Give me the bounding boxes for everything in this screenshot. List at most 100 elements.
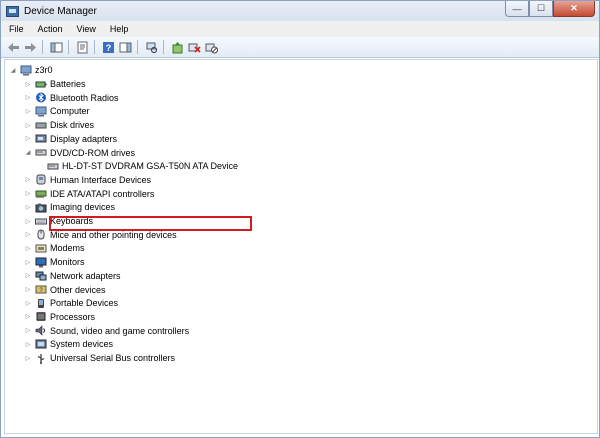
tree-item-label: Universal Serial Bus controllers [50, 353, 176, 363]
expand-icon[interactable]: ▷ [24, 327, 32, 334]
tree-category-item[interactable]: ▷ Display adapters [24, 133, 117, 145]
tree-category-item[interactable]: ▷ Portable Devices [24, 297, 118, 309]
tree-item-label: Display adapters [50, 133, 118, 144]
tree-category-item[interactable]: ▷ Bluetooth Radios [24, 92, 119, 104]
computer-icon [20, 65, 32, 76]
device-manager-icon [6, 5, 19, 17]
svg-text:?: ? [105, 43, 111, 53]
expand-icon[interactable]: ▷ [24, 122, 32, 129]
tree-item-label: HL-DT-ST DVDRAM GSA-T50N ATA Device [62, 161, 239, 172]
expand-icon[interactable]: ▷ [24, 176, 32, 183]
scan-hardware-icon[interactable] [144, 40, 158, 54]
expand-icon[interactable]: ▷ [24, 355, 32, 362]
tree-category-item[interactable]: ▷ Disk drives [24, 119, 94, 131]
collapse-icon[interactable]: ◢ [24, 149, 32, 156]
monitor-icon [35, 257, 47, 268]
hid-icon [35, 174, 47, 185]
expand-icon[interactable]: ▷ [24, 313, 32, 320]
tree-category-item[interactable]: ▷ Batteries [24, 78, 86, 90]
expand-icon[interactable]: ▷ [24, 108, 32, 115]
window-title: Device Manager [24, 5, 97, 17]
menu-file[interactable]: File [1, 24, 30, 34]
expand-icon[interactable]: ▷ [24, 218, 32, 225]
close-button[interactable]: ✕ [553, 1, 595, 17]
tree-item-label: Network adapters [50, 270, 121, 281]
computer-icon [35, 106, 47, 117]
menu-view[interactable]: View [69, 24, 102, 34]
tree-category-item[interactable]: ▷? Other devices [24, 284, 106, 296]
tree-device-item[interactable]: HL-DT-ST DVDRAM GSA-T50N ATA Device [47, 160, 238, 172]
other-devices-icon: ? [35, 284, 47, 295]
tree-item-label: Other devices [50, 284, 106, 295]
device-tree[interactable]: ◢ z3r0 ▷ Batteries ▷ Bluetooth Radios ▷ Compu… [4, 59, 598, 434]
tree-item-label: Sound, video and game controllers [50, 325, 190, 336]
tree-category-item[interactable]: ▷ Sound, video and game controllers [24, 325, 189, 337]
system-devices-icon [35, 339, 47, 350]
device-manager-window: Device Manager — ☐ ✕ File Action View He… [0, 0, 600, 438]
expand-icon[interactable]: ▷ [24, 231, 32, 238]
tree-category-item[interactable]: ▷ Network adapters [24, 270, 121, 282]
expand-icon[interactable]: ▷ [24, 204, 32, 211]
window-controls: — ☐ ✕ [505, 1, 595, 17]
tree-category-item[interactable]: ▷ IDE ATA/ATAPI controllers [24, 188, 155, 200]
disable-icon[interactable] [204, 40, 218, 54]
action-pane-icon[interactable] [118, 40, 132, 54]
menu-bar: File Action View Help [1, 21, 599, 37]
tree-item-label: Disk drives [50, 120, 95, 131]
tree-category-item[interactable]: ▷ Imaging devices [24, 201, 115, 213]
properties-icon[interactable] [75, 40, 89, 54]
tree-category-item[interactable]: ▷ Human Interface Devices [24, 174, 151, 186]
expand-icon[interactable]: ▷ [24, 300, 32, 307]
tree-category-item[interactable]: ▷ Monitors [24, 256, 85, 268]
processor-icon [35, 311, 47, 322]
portable-device-icon [35, 298, 47, 309]
show-hide-console-tree-icon[interactable] [49, 40, 63, 54]
tree-item-label: Mice and other pointing devices [50, 229, 177, 240]
tree-item-label: Bluetooth Radios [50, 92, 119, 103]
title-bar: Device Manager — ☐ ✕ [1, 1, 599, 21]
tree-root[interactable]: ◢ z3r0 [9, 64, 53, 76]
maximize-button[interactable]: ☐ [529, 1, 553, 17]
expand-icon[interactable]: ▷ [24, 190, 32, 197]
collapse-icon[interactable]: ◢ [9, 67, 17, 74]
menu-help[interactable]: Help [102, 24, 135, 34]
expand-icon[interactable]: ▷ [24, 94, 32, 101]
toolbar: ? [1, 37, 599, 58]
display-adapter-icon [35, 133, 47, 144]
expand-icon[interactable]: ▷ [24, 272, 32, 279]
expand-icon[interactable]: ▷ [24, 286, 32, 293]
camera-icon [35, 202, 47, 213]
expand-icon[interactable]: ▷ [24, 341, 32, 348]
update-driver-icon[interactable] [170, 40, 184, 54]
minimize-button[interactable]: — [505, 1, 529, 17]
tree-item-label: Human Interface Devices [50, 174, 152, 185]
sound-icon [35, 325, 47, 336]
highlight-box [49, 216, 252, 231]
tree-category-item[interactable]: ▷ System devices [24, 338, 113, 350]
tree-item-label: Modems [50, 243, 85, 254]
expand-icon[interactable]: ▷ [24, 245, 32, 252]
expand-icon[interactable]: ▷ [24, 135, 32, 142]
tree-category-item[interactable]: ▷ Universal Serial Bus controllers [24, 352, 175, 364]
tree-item-label: Portable Devices [50, 298, 119, 309]
uninstall-icon[interactable] [187, 40, 201, 54]
disk-drive-icon [35, 120, 47, 131]
tree-item-label: DVD/CD-ROM drives [50, 147, 136, 158]
forward-icon[interactable] [23, 40, 37, 54]
network-adapter-icon [35, 270, 47, 281]
expand-icon[interactable]: ▷ [24, 81, 32, 88]
tree-category-item[interactable]: ▷ Processors [24, 311, 95, 323]
ide-controller-icon [35, 188, 47, 199]
tree-item-label: Batteries [50, 79, 86, 89]
expand-icon[interactable]: ▷ [24, 259, 32, 266]
tree-category-item[interactable]: ▷ Modems [24, 242, 85, 254]
mouse-icon [35, 229, 47, 240]
tree-category-item[interactable]: ◢ DVD/CD-ROM drives [24, 147, 135, 159]
keyboard-icon [35, 216, 47, 227]
menu-action[interactable]: Action [30, 24, 69, 34]
back-icon[interactable] [6, 40, 20, 54]
help-icon[interactable]: ? [101, 40, 115, 54]
tree-item-label: IDE ATA/ATAPI controllers [50, 188, 155, 199]
root-label: z3r0 [35, 65, 53, 75]
tree-category-item[interactable]: ▷ Computer [24, 105, 90, 117]
